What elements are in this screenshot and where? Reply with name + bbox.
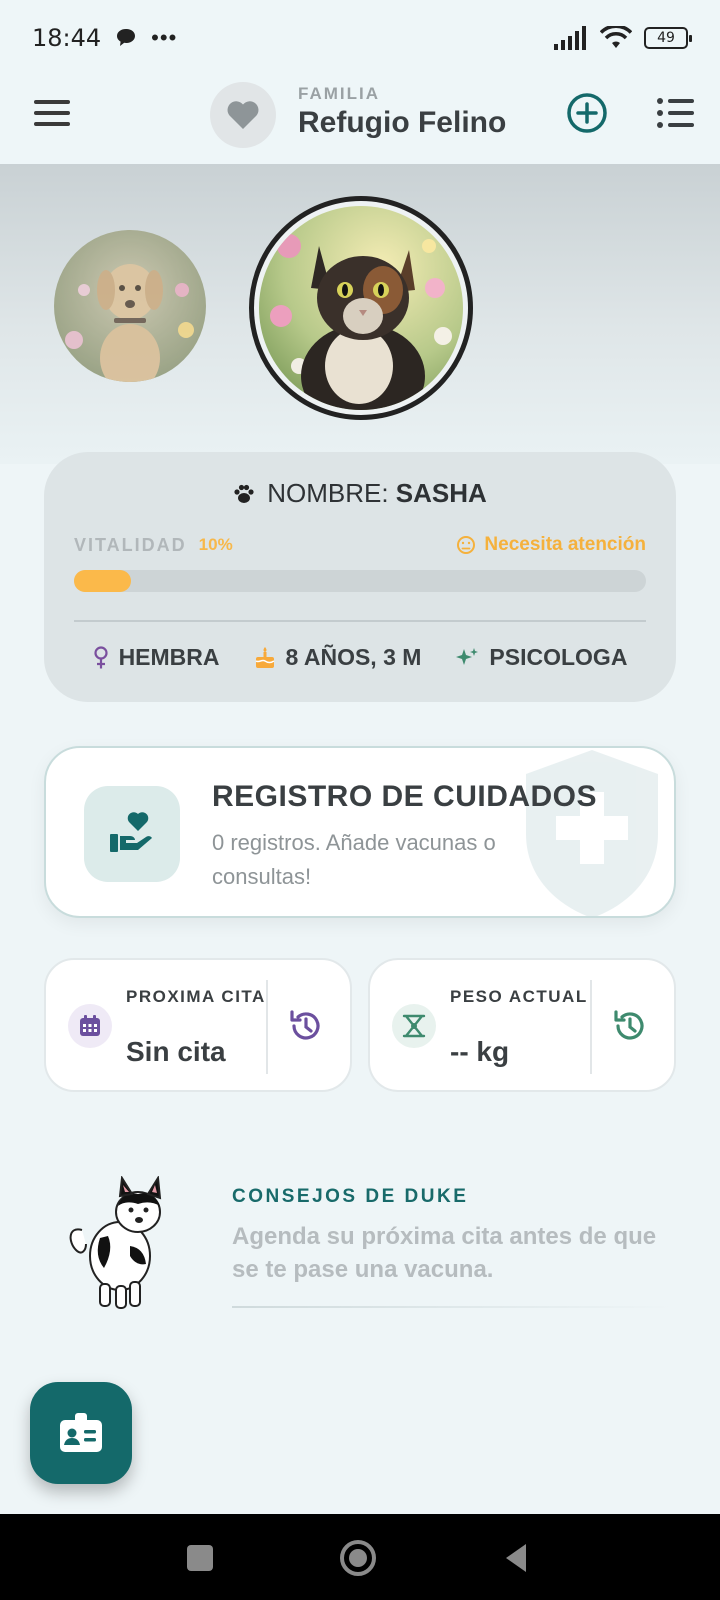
heart-icon (227, 101, 259, 129)
id-card-fab[interactable] (30, 1382, 132, 1484)
list-view-button[interactable] (656, 96, 694, 130)
status-time: 18:44 (32, 24, 102, 52)
recent-apps-button[interactable] (176, 1534, 224, 1582)
scale-icon-wrap (392, 1004, 436, 1048)
battery-indicator: 49 (644, 27, 692, 49)
vitality-label: VITALIDAD (74, 534, 187, 555)
paw-icon (234, 484, 254, 503)
tips-section: CONSEJOS DE DUKE Agenda su próxima cita … (60, 1168, 680, 1318)
next-appointment-label: PROXIMA CITA (126, 987, 266, 1006)
hand-heart-icon (110, 812, 152, 852)
home-button[interactable] (334, 1534, 382, 1582)
vitality-status-text: Necesita atención (484, 534, 646, 555)
circle-icon (340, 1540, 376, 1576)
weight-value: -- kg (450, 1036, 510, 1067)
back-button[interactable] (492, 1534, 540, 1582)
scale-icon (402, 1014, 426, 1038)
sad-face-icon (457, 536, 476, 554)
care-icon-box (84, 786, 180, 882)
square-icon (187, 1545, 213, 1571)
chat-notification-icon (117, 29, 136, 46)
dog-photo (54, 230, 206, 382)
vitality-bar (74, 570, 646, 592)
weight-history-icon[interactable] (610, 1006, 650, 1046)
tips-divider (232, 1306, 672, 1308)
vitality-bar-fill (74, 570, 132, 592)
pet-name: SASHA (395, 478, 487, 508)
care-title: REGISTRO DE CUIDADOS (212, 780, 598, 813)
id-card-icon (60, 1413, 102, 1452)
trait-sex: HEMBRA (93, 644, 220, 671)
menu-button[interactable] (34, 100, 70, 130)
pet-info-card: NOMBRE: SASHA VITALIDAD 10% Necesita ate… (44, 452, 676, 702)
duke-dog-illustration (69, 1176, 162, 1309)
system-navigation-bar (0, 1514, 720, 1600)
vitality-row: VITALIDAD 10% Necesita atención (74, 534, 646, 556)
back-triangle-icon (506, 1544, 526, 1572)
care-description: 0 registros. Añade vacunas o consultas! (212, 830, 496, 889)
tips-title: CONSEJOS DE DUKE (232, 1186, 469, 1207)
next-appointment-card[interactable]: PROXIMA CITA Sin cita (44, 958, 352, 1092)
app-header: FAMILIA Refugio Felino (0, 76, 720, 164)
female-icon (93, 645, 108, 668)
info-divider (74, 620, 646, 622)
weight-label: PESO ACTUAL (450, 987, 588, 1006)
care-record-card[interactable]: REGISTRO DE CUIDADOS 0 registros. Añade … (44, 746, 676, 918)
cat-photo (259, 206, 463, 410)
calendar-icon (80, 1015, 100, 1036)
pet-age: 8 AÑOS, 3 M (285, 644, 422, 670)
pet-thumbnail-dog[interactable] (54, 230, 206, 382)
trait-age: 8 AÑOS, 3 M (254, 644, 422, 671)
pet-main-photo[interactable] (249, 196, 473, 420)
divider (590, 980, 592, 1074)
vitality-status: Necesita atención (456, 534, 646, 556)
family-name: Refugio Felino (298, 106, 507, 139)
shield-plus-icon (526, 750, 658, 916)
next-appointment-value: Sin cita (126, 1036, 226, 1067)
pet-name-row: NOMBRE: SASHA (44, 478, 676, 509)
tips-text: Agenda su próxima cita antes de que se t… (232, 1223, 657, 1283)
wifi-icon (600, 26, 632, 48)
family-label: FAMILIA (298, 84, 380, 103)
family-avatar[interactable] (210, 82, 276, 148)
cake-icon (255, 646, 274, 668)
pet-name-label: NOMBRE: (267, 478, 389, 508)
appointment-history-icon[interactable] (286, 1006, 326, 1046)
divider (266, 980, 268, 1074)
signal-icon (554, 26, 586, 50)
status-bar: 18:44 ••• 49 (0, 0, 720, 76)
add-pet-button[interactable] (566, 92, 608, 134)
trait-personality: PSICOLOGA (455, 644, 627, 671)
vitality-percent: 10% (198, 535, 233, 554)
family-title: FAMILIA Refugio Felino (298, 84, 506, 140)
pet-sex: HEMBRA (118, 644, 220, 670)
pet-traits: HEMBRA 8 AÑOS, 3 M PSICOLOGA (44, 644, 676, 671)
more-notifications-icon: ••• (151, 25, 178, 50)
calendar-icon-wrap (68, 1004, 112, 1048)
pet-personality: PSICOLOGA (489, 644, 628, 670)
sparkle-icon (456, 647, 479, 665)
weight-card[interactable]: PESO ACTUAL -- kg (368, 958, 676, 1092)
